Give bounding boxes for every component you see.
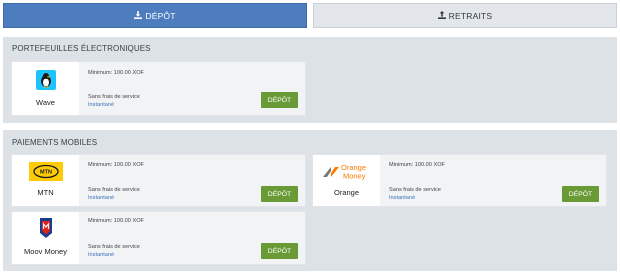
speed-text: Instantané [88, 252, 115, 258]
logo-box: Orange Money Orange [313, 155, 380, 206]
deposit-button[interactable]: DÉPÔT [261, 92, 298, 108]
payment-card-moov-money: Moov Money Minimum: 100.00 XOF Sans frai… [11, 211, 306, 265]
fees-text: Sans frais de service [88, 244, 140, 250]
minimum-amount: Minimum: 100.00 XOF [88, 70, 144, 76]
provider-name: MTN [37, 188, 54, 197]
upload-icon [437, 10, 446, 19]
wave-logo-icon [35, 70, 56, 90]
orange-logo-line2: Money [343, 172, 366, 181]
provider-name: Moov Money [24, 247, 67, 256]
payment-tabs: DÉPÔT RETRAITS [3, 3, 617, 29]
deposit-button[interactable]: DÉPÔT [562, 186, 599, 202]
download-icon [134, 10, 143, 19]
payment-card-mtn: MTN MTN Minimum: 100.00 XOF Sans frais d… [11, 154, 306, 207]
speed-text: Instantané [389, 195, 416, 201]
moov-money-logo-icon [39, 218, 52, 238]
speed-text: Instantané [88, 195, 115, 201]
minimum-amount: Minimum: 100.00 XOF [389, 162, 445, 168]
orange-money-logo-icon: Orange Money [323, 163, 366, 181]
logo-box: MTN MTN [12, 155, 79, 206]
mtn-logo-icon: MTN [28, 162, 63, 181]
section-mobile-payments: PAIEMENTS MOBILES MTN MTN Minimum: 100.0… [3, 130, 617, 271]
logo-box: Moov Money [12, 212, 79, 264]
provider-name: Orange [333, 188, 360, 197]
section-title: PORTEFEUILLES ÉLECTRONIQUES [12, 44, 151, 53]
tab-deposit-label: DÉPÔT [145, 10, 176, 21]
provider-name: Wave [36, 98, 55, 107]
deposit-button[interactable]: DÉPÔT [261, 186, 298, 202]
fees-text: Sans frais de service [88, 187, 140, 193]
section-title: PAIEMENTS MOBILES [12, 138, 98, 147]
deposit-button[interactable]: DÉPÔT [261, 243, 298, 259]
tab-deposit[interactable]: DÉPÔT [3, 3, 307, 28]
payment-card-orange: Orange Money Orange Minimum: 100.00 XOF … [312, 154, 607, 207]
fees-text: Sans frais de service [389, 187, 441, 193]
fees-text: Sans frais de service [88, 94, 140, 100]
section-e-wallets: PORTEFEUILLES ÉLECTRONIQUES Wave Minimum… [3, 37, 617, 123]
mtn-logo-text: MTN [40, 170, 52, 176]
minimum-amount: Minimum: 100.00 XOF [88, 218, 144, 224]
speed-text: Instantané [88, 102, 115, 108]
logo-box: Wave [12, 62, 79, 115]
minimum-amount: Minimum: 100.00 XOF [88, 162, 144, 168]
tab-withdraw-label: RETRAITS [448, 10, 493, 21]
payment-card-wave: Wave Minimum: 100.00 XOF Sans frais de s… [11, 61, 306, 116]
tab-withdraw[interactable]: RETRAITS [313, 3, 617, 28]
